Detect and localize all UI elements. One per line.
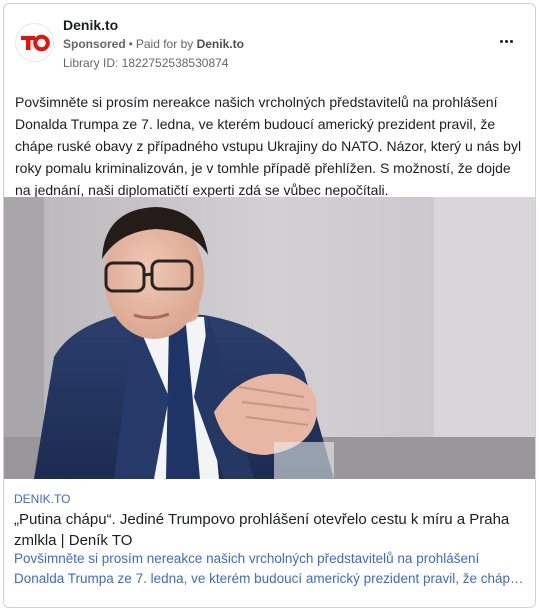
post-text: Povšimněte si prosím nereakce našich vrc… (15, 94, 522, 198)
link-domain[interactable]: DENIK.TO (14, 492, 70, 506)
library-id: Library ID: 1822752538530874 (63, 56, 229, 70)
ad-card: Denik.to Sponsored • Paid for by Denik.to … (3, 3, 536, 608)
link-preview[interactable]: DENIK.TO „Putina chápu“. Jediné Trumpovo… (4, 487, 535, 607)
paid-for-by-label: Paid for by (135, 37, 194, 51)
ad-photo-man-in-suit (4, 197, 535, 479)
more-horizontal-icon-dot (504, 39, 508, 43)
ad-image[interactable] (4, 197, 535, 479)
more-horizontal-icon (499, 39, 503, 43)
link-title[interactable]: „Putina chápu“. Jediné Trumpovo prohláše… (14, 509, 524, 551)
denik-to-logo-icon (16, 24, 53, 61)
sponsored-label: Sponsored (63, 37, 126, 51)
more-horizontal-icon-dot (509, 39, 513, 43)
link-description-line: Povšimněte si prosím nereakce našich vrc… (14, 551, 480, 566)
more-options-button[interactable] (494, 33, 518, 49)
separator-dot: • (128, 37, 133, 51)
ad-header: Denik.to Sponsored • Paid for by Denik.to … (4, 4, 535, 84)
advertiser-name[interactable]: Denik.to (63, 17, 118, 33)
payer-name[interactable]: Denik.to (197, 37, 244, 51)
link-description[interactable]: Povšimněte si prosím nereakce našich vrc… (14, 549, 524, 589)
sponsored-line: Sponsored • Paid for by Denik.to (63, 37, 244, 51)
link-description-line: Donalda Trumpa ze 7. ledna, ve kterém bu… (14, 571, 524, 586)
advertiser-avatar[interactable] (15, 23, 54, 62)
